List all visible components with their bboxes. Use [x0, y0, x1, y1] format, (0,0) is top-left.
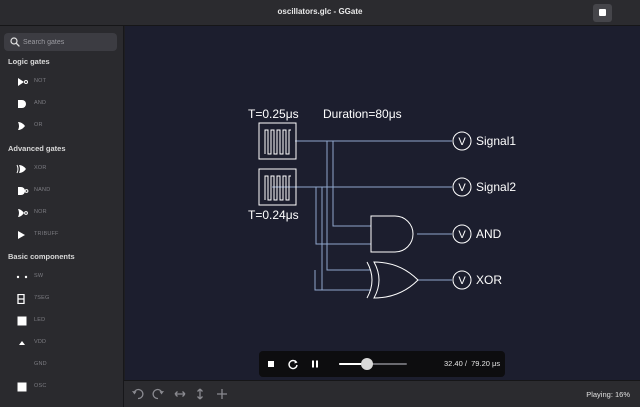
- not-gate-icon: [18, 78, 28, 86]
- sidebar-item-xor[interactable]: XOR: [6, 161, 116, 177]
- oscillator-1-period: T=0.25μs: [248, 107, 299, 121]
- restart-button[interactable]: [286, 357, 300, 371]
- wires: [272, 140, 452, 291]
- probe-xor[interactable]: V XOR: [452, 270, 502, 290]
- probe-symbol: V: [458, 229, 466, 241]
- pause-icon: [312, 360, 314, 368]
- sidebar-item-sw[interactable]: SW: [6, 269, 116, 285]
- component-sidebar: Logic gates NOT AND OR Advanced gates XO…: [0, 26, 124, 407]
- sidebar-item-label: AND: [34, 100, 47, 106]
- stop-icon: [268, 361, 274, 367]
- stop-icon: [599, 9, 606, 16]
- playback-bar: 32.40 / 79.20 μs: [259, 351, 505, 377]
- sidebar-item-label: VDD: [34, 339, 47, 345]
- output-label-signal2: Signal2: [476, 180, 516, 194]
- osc-icon: [17, 382, 27, 392]
- sidebar-item-osc[interactable]: OSC: [6, 379, 116, 395]
- time-readout: 32.40 / 79.20 μs: [444, 359, 500, 368]
- sidebar-item-label: NAND: [34, 187, 51, 193]
- add-icon[interactable]: [214, 386, 230, 402]
- probe-symbol: V: [458, 182, 466, 194]
- sidebar-item-label: OR: [34, 122, 43, 128]
- sidebar-item-tribuff[interactable]: TRIBUFF: [6, 227, 116, 243]
- probe-symbol: V: [458, 136, 466, 148]
- sidebar-item-gnd[interactable]: GND: [6, 357, 116, 373]
- window-title: oscillators.glc - GGate: [277, 7, 363, 16]
- sidebar-item-label: LED: [34, 317, 46, 323]
- stop-sim-button[interactable]: [264, 357, 278, 371]
- title-bar: oscillators.glc - GGate: [0, 0, 640, 26]
- sidebar-item-not[interactable]: NOT: [6, 74, 116, 90]
- sidebar-item-label: XOR: [34, 165, 47, 171]
- probe-signal1[interactable]: V Signal1: [452, 131, 516, 151]
- probe-and[interactable]: V AND: [452, 224, 502, 244]
- flip-horizontal-icon[interactable]: [172, 386, 188, 402]
- total-time: 79.20 μs: [471, 359, 501, 368]
- duration-label: Duration=80μs: [323, 107, 402, 121]
- sidebar-item-label: SW: [34, 273, 44, 279]
- circuit-canvas[interactable]: T=0.25μs T=0.24μs Duration=80μs V Signal…: [125, 26, 640, 380]
- led-icon: [17, 316, 27, 326]
- oscillator-1[interactable]: [258, 122, 297, 160]
- circuit-diagram: T=0.25μs T=0.24μs Duration=80μs V Signal…: [248, 107, 516, 299]
- progress-track[interactable]: [339, 363, 407, 365]
- group-title-basic-components: Basic components: [8, 252, 75, 261]
- sidebar-item-label: 7SEG: [34, 295, 50, 301]
- sidebar-item-7seg[interactable]: 7SEG: [6, 291, 116, 307]
- seven-segment-icon: [17, 294, 25, 304]
- search-input[interactable]: [23, 35, 113, 49]
- probe-symbol: V: [458, 275, 466, 287]
- time-separator: /: [464, 359, 467, 368]
- progress-handle[interactable]: [360, 358, 373, 370]
- and-gate-icon: [18, 100, 26, 108]
- sidebar-item-label: GND: [34, 361, 47, 367]
- pause-button[interactable]: [308, 357, 322, 371]
- output-label-xor: XOR: [476, 273, 502, 287]
- sidebar-item-nor[interactable]: NOR: [6, 205, 116, 221]
- switch-icon: [16, 275, 28, 279]
- gnd-icon: [16, 360, 30, 370]
- sidebar-item-or[interactable]: OR: [6, 118, 116, 134]
- stop-button[interactable]: [593, 4, 612, 22]
- nor-gate-icon: [18, 209, 28, 217]
- sidebar-item-label: TRIBUFF: [34, 231, 59, 237]
- tribuff-icon: [18, 231, 25, 239]
- nand-gate-icon: [18, 187, 29, 195]
- sidebar-item-vdd[interactable]: VDD: [6, 335, 116, 351]
- playback-status: Playing: 16%: [586, 390, 630, 399]
- undo-icon[interactable]: [130, 386, 146, 402]
- vdd-icon: [19, 341, 25, 345]
- search-icon: [10, 37, 20, 47]
- probe-signal2[interactable]: V Signal2: [452, 177, 516, 197]
- current-time: 32.40: [444, 359, 463, 368]
- group-title-advanced-gates: Advanced gates: [8, 144, 66, 153]
- sidebar-item-label: NOR: [34, 209, 47, 215]
- sidebar-item-label: OSC: [34, 383, 47, 389]
- and-gate[interactable]: [370, 215, 414, 253]
- sidebar-item-led[interactable]: LED: [6, 313, 116, 329]
- xor-gate-icon: [16, 164, 26, 174]
- redo-icon[interactable]: [150, 386, 166, 402]
- sidebar-item-label: NOT: [34, 78, 47, 84]
- flip-vertical-icon[interactable]: [192, 386, 208, 402]
- output-label-signal1: Signal1: [476, 134, 516, 148]
- group-title-logic-gates: Logic gates: [8, 57, 50, 66]
- xor-gate[interactable]: [366, 261, 419, 299]
- bottom-toolbar: Playing: 16%: [124, 380, 640, 407]
- or-gate-icon: [18, 122, 25, 130]
- sidebar-item-nand[interactable]: NAND: [6, 183, 116, 199]
- output-label-and: AND: [476, 227, 502, 241]
- sidebar-item-and[interactable]: AND: [6, 96, 116, 112]
- oscillator-2-period: T=0.24μs: [248, 208, 299, 222]
- search-box[interactable]: [4, 33, 117, 51]
